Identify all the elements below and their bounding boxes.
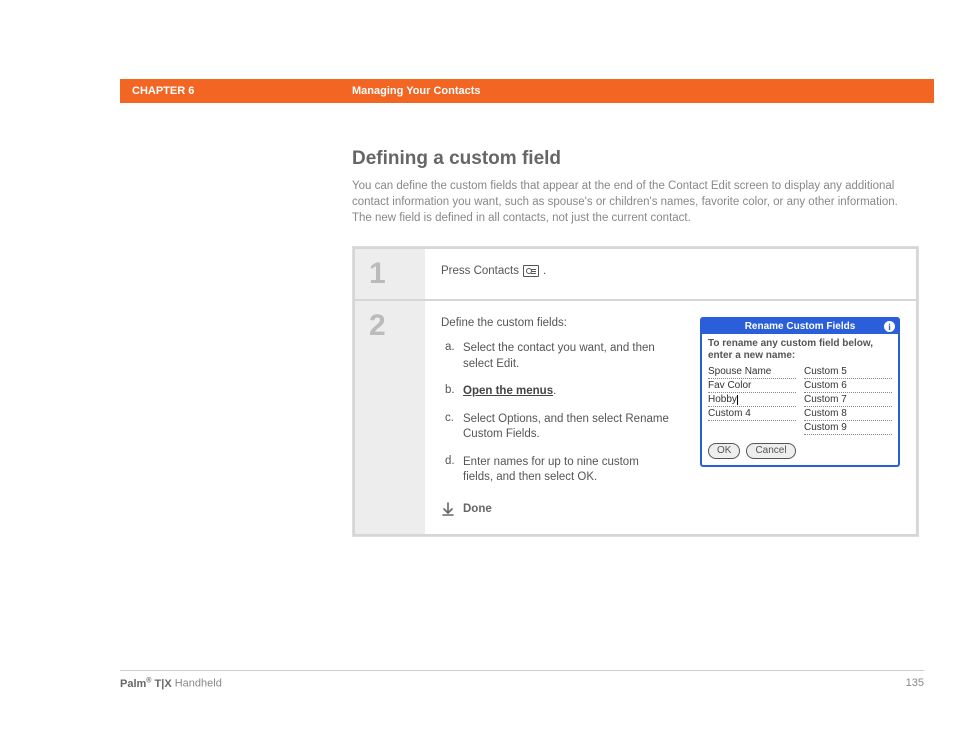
palm-field: Spouse Name [708,365,796,379]
palm-field-empty [708,421,796,435]
footer-page-number: 135 [906,677,924,690]
sub-b-suffix: . [553,385,556,397]
footer-brand: Palm® T|X Handheld [120,677,222,690]
sub-item-c: c. Select Options, and then select Renam… [445,412,682,443]
header-title: Managing Your Contacts [352,85,481,97]
step-content: Define the custom fields: a. Select the … [425,301,916,534]
palm-right-column: Custom 5 Custom 6 Custom 7 Custom 8 Cust… [804,365,892,435]
palm-field-active: Hobby [708,393,796,407]
step-number: 2 [369,311,386,341]
palm-cancel-button: Cancel [746,443,795,459]
contacts-icon [523,265,539,277]
open-menus-link[interactable]: Open the menus [463,385,553,397]
step-num-cell: 2 [355,301,425,534]
content: Defining a custom field You can define t… [352,148,919,537]
palm-field: Fav Color [708,379,796,393]
sub-item-b: b. Open the menus. [445,384,682,400]
sub-text: Select the contact you want, and then se… [463,341,682,372]
section-title: Defining a custom field [352,148,919,170]
sub-letter: d. [445,455,463,486]
sub-text: Select Options, and then select Rename C… [463,412,682,443]
sub-letter: a. [445,341,463,372]
step1-text-pre: Press Contacts [441,265,519,277]
palm-field: Custom 5 [804,365,892,379]
palm-field: Custom 6 [804,379,892,393]
palm-field: Custom 9 [804,421,892,435]
palm-screenshot: Rename Custom Fields i To rename any cus… [700,317,900,516]
step-row-2: 2 Define the custom fields: a. Select th… [355,301,916,534]
sub-letter: c. [445,412,463,443]
palm-left-column: Spouse Name Fav Color Hobby Custom 4 [708,365,796,435]
step-num-cell: 1 [355,249,425,299]
sub-letter: b. [445,384,463,400]
step2-intro: Define the custom fields: [441,317,682,329]
palm-instruction: To rename any custom field below, enter … [708,338,892,361]
step-content: Press Contacts . [425,249,916,299]
header-bar: CHAPTER 6 Managing Your Contacts [0,79,954,103]
palm-field: Custom 4 [708,407,796,421]
palm-ok-button: OK [708,443,740,459]
chapter-label: CHAPTER 6 [120,85,352,97]
palm-dialog-title: Rename Custom Fields i [702,319,898,334]
palm-field: Custom 7 [804,393,892,407]
done-arrow-icon [441,502,455,516]
sub-item-a: a. Select the contact you want, and then… [445,341,682,372]
sub-list: a. Select the contact you want, and then… [441,341,682,486]
step-container: 1 Press Contacts . 2 Define the custom [352,246,919,537]
sub-text: Enter names for up to nine custom fields… [463,455,682,486]
footer: Palm® T|X Handheld 135 [120,670,924,690]
step-row-1: 1 Press Contacts . [355,249,916,299]
done-label: Done [463,503,492,515]
step-number: 1 [369,259,386,289]
done-row: Done [441,502,682,516]
palm-field: Custom 8 [804,407,892,421]
section-desc: You can define the custom fields that ap… [352,178,919,226]
step1-text-post: . [543,265,546,277]
sub-item-d: d. Enter names for up to nine custom fie… [445,455,682,486]
palm-info-icon: i [884,321,895,332]
